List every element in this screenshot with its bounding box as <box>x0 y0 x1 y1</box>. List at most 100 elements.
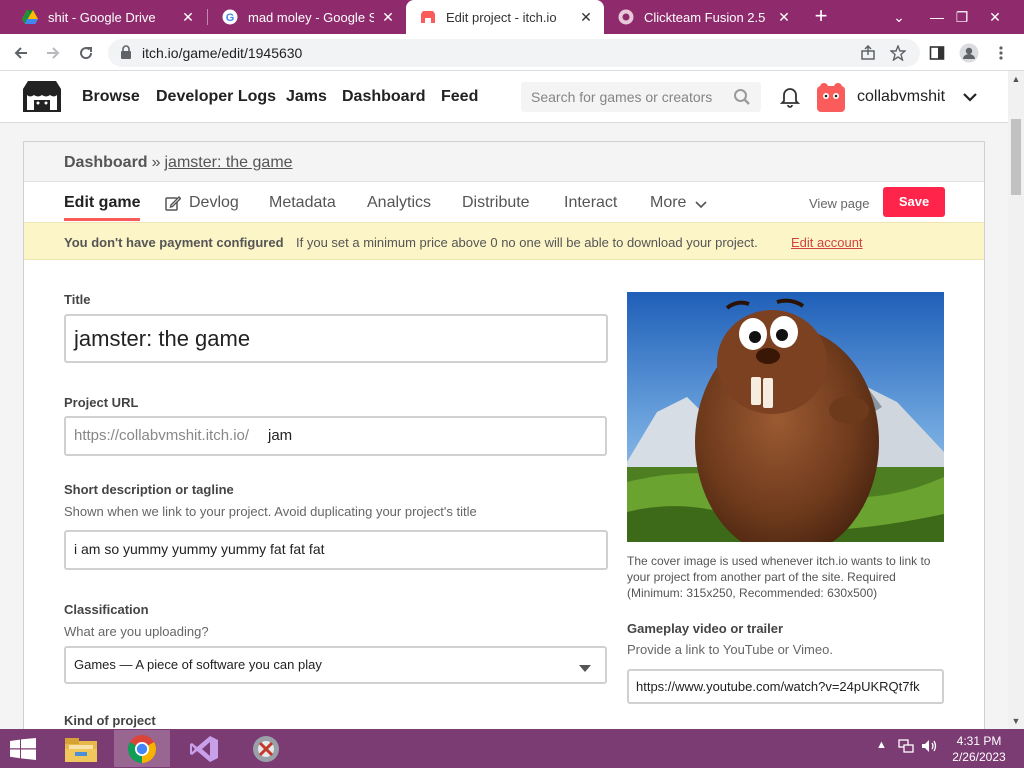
network-icon[interactable] <box>898 739 914 756</box>
address-url: itch.io/game/edit/1945630 <box>142 45 303 61</box>
tab-title: shit - Google Drive <box>48 9 156 25</box>
new-tab-button[interactable]: + <box>808 4 834 30</box>
tab-search-chevron-icon[interactable]: ⌄ <box>882 0 916 34</box>
save-button[interactable]: Save <box>883 187 945 217</box>
chevron-down-icon[interactable] <box>962 89 978 107</box>
view-page-link[interactable]: View page <box>809 196 869 211</box>
warning-title: You don't have payment configured <box>64 235 284 250</box>
tagline-value: i am so yummy yummy yummy fat fat fat <box>74 541 325 557</box>
clock-time: 4:31 PM <box>956 734 1002 748</box>
tab-edit-game[interactable]: Edit game <box>64 194 140 212</box>
tray-overflow-icon[interactable]: ▲ <box>876 739 887 751</box>
nav-feed[interactable]: Feed <box>441 88 478 106</box>
address-bar[interactable]: itch.io/game/edit/1945630 <box>108 39 920 67</box>
restore-button[interactable]: ❐ <box>945 0 979 34</box>
nav-dashboard[interactable]: Dashboard <box>342 88 426 106</box>
tab-analytics[interactable]: Analytics <box>367 194 431 212</box>
back-arrow-icon[interactable] <box>8 40 34 66</box>
url-prefix: https://collabvmshit.itch.io/ <box>74 427 250 444</box>
chrome-icon[interactable] <box>114 730 170 767</box>
title-label: Title <box>64 292 91 307</box>
avatar[interactable] <box>815 82 847 112</box>
chevron-down-icon[interactable] <box>695 196 707 214</box>
itch-icon <box>420 9 436 25</box>
tab-google-search[interactable]: G mad moley - Google Search ✕ <box>208 0 406 34</box>
active-tab-indicator <box>64 218 140 221</box>
edit-game-panel: Dashboard» jamster: the game Edit game De… <box>23 141 985 741</box>
close-icon[interactable]: ✕ <box>380 9 396 25</box>
clickteam-icon <box>618 9 634 25</box>
scroll-up-arrow-icon[interactable]: ▲ <box>1008 71 1024 87</box>
username[interactable]: collabvmshit <box>857 88 945 106</box>
file-explorer-icon[interactable] <box>53 730 109 767</box>
edit-subnav: Edit game Devlog Metadata Analytics Dist… <box>24 182 984 222</box>
notification-bell-icon[interactable] <box>779 86 801 113</box>
svg-text:G: G <box>226 12 235 24</box>
close-icon[interactable]: ✕ <box>776 9 792 25</box>
video-help: Provide a link to YouTube or Vimeo. <box>627 642 833 657</box>
classification-label: Classification <box>64 602 149 617</box>
tab-edit-project[interactable]: Edit project - itch.io ✕ <box>406 0 604 34</box>
video-label: Gameplay video or trailer <box>627 621 784 636</box>
visual-studio-icon[interactable] <box>176 730 232 767</box>
side-panel-icon[interactable] <box>924 40 950 66</box>
tab-clickteam[interactable]: Clickteam Fusion 2.5 HTML5 ✕ <box>604 0 802 34</box>
window-close-button[interactable]: ✕ <box>978 0 1012 34</box>
warning-text: If you set a minimum price above 0 no on… <box>296 235 758 250</box>
nav-jams[interactable]: Jams <box>286 88 327 106</box>
nav-developer-logs[interactable]: Developer Logs <box>156 88 276 106</box>
site-search-input[interactable]: Search for games or creators <box>521 82 761 112</box>
clock-date: 2/26/2023 <box>952 750 1006 764</box>
site-header: Browse Developer Logs Jams Dashboard Fee… <box>0 71 1008 123</box>
cover-image[interactable] <box>627 292 944 542</box>
clickteam-fusion-icon[interactable] <box>238 730 294 767</box>
profile-icon[interactable] <box>956 40 982 66</box>
tagline-label: Short description or tagline <box>64 482 234 497</box>
forward-arrow-icon[interactable] <box>40 40 66 66</box>
tab-google-drive[interactable]: shit - Google Drive ✕ <box>8 0 206 34</box>
kind-of-project-label: Kind of project <box>64 713 156 728</box>
google-drive-icon <box>22 9 38 25</box>
taskbar-clock[interactable]: 4:31 PM 2/26/2023 <box>944 733 1014 765</box>
classification-select[interactable]: Games — A piece of software you can play <box>64 646 607 684</box>
tab-more[interactable]: More <box>650 194 686 212</box>
page-scrollbar[interactable]: ▲ ▼ <box>1008 71 1024 729</box>
project-url-label: Project URL <box>64 395 139 410</box>
search-icon[interactable] <box>733 88 751 111</box>
breadcrumb-game-link[interactable]: jamster: the game <box>164 154 292 171</box>
nav-browse[interactable]: Browse <box>82 88 140 106</box>
tab-title: Edit project - itch.io <box>446 9 557 25</box>
scroll-down-arrow-icon[interactable]: ▼ <box>1008 713 1024 729</box>
scrollbar-thumb[interactable] <box>1011 119 1021 195</box>
search-placeholder: Search for games or creators <box>531 89 713 105</box>
title-field[interactable]: jamster: the game <box>64 314 608 363</box>
share-icon[interactable] <box>855 40 881 66</box>
windows-start-icon[interactable] <box>10 738 36 760</box>
reload-icon[interactable] <box>73 40 99 66</box>
edit-pencil-icon <box>165 195 182 216</box>
browser-toolbar: itch.io/game/edit/1945630 <box>0 34 1024 71</box>
tab-title: mad moley - Google Search <box>248 9 374 25</box>
close-icon[interactable]: ✕ <box>578 9 594 25</box>
itch-logo-icon[interactable] <box>22 79 62 115</box>
browser-menu-icon[interactable] <box>988 40 1014 66</box>
dropdown-caret-icon <box>579 660 591 678</box>
tab-devlog[interactable]: Devlog <box>189 194 239 212</box>
tab-distribute[interactable]: Distribute <box>462 194 530 212</box>
breadcrumb-separator: » <box>151 154 161 171</box>
bookmark-star-icon[interactable] <box>885 40 911 66</box>
title-value: jamster: the game <box>74 326 251 351</box>
browser-tab-strip: shit - Google Drive ✕ G mad moley - Goog… <box>0 0 1024 34</box>
volume-icon[interactable] <box>921 739 939 756</box>
close-icon[interactable]: ✕ <box>180 9 196 25</box>
video-url-field[interactable]: https://www.youtube.com/watch?v=24pUKRQt… <box>627 669 944 704</box>
breadcrumb-dashboard-link[interactable]: Dashboard <box>64 154 148 171</box>
classification-help: What are you uploading? <box>64 624 209 639</box>
project-url-field[interactable]: https://collabvmshit.itch.io/ jam <box>64 416 607 456</box>
tab-interact[interactable]: Interact <box>564 194 617 212</box>
cover-image-help: The cover image is used whenever itch.io… <box>627 554 931 600</box>
tab-metadata[interactable]: Metadata <box>269 194 336 212</box>
tagline-field[interactable]: i am so yummy yummy yummy fat fat fat <box>64 530 608 570</box>
edit-account-link[interactable]: Edit account <box>791 235 863 250</box>
breadcrumb-bar: Dashboard» jamster: the game <box>24 142 984 182</box>
